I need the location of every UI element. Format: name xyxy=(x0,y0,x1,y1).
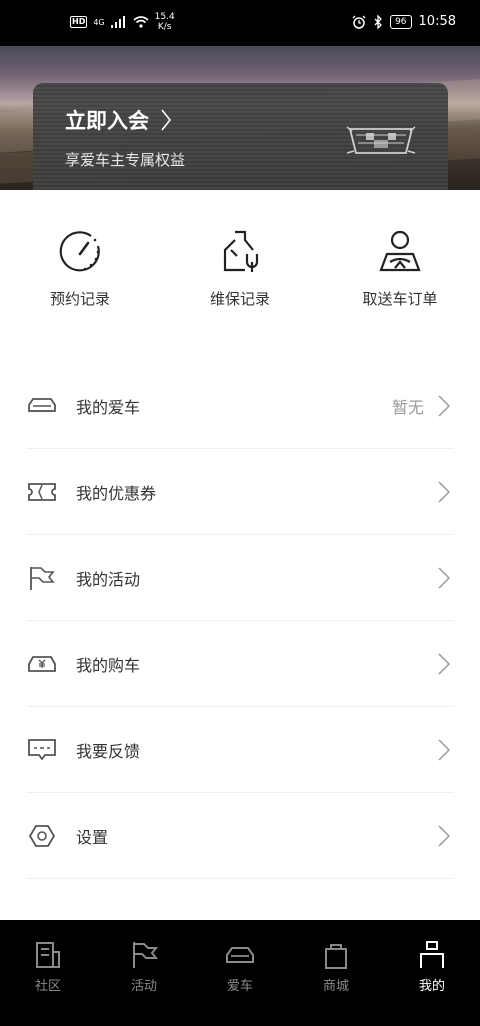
menu-item-purchases[interactable]: 我的购车 xyxy=(27,621,454,707)
shopping-bag-icon xyxy=(325,944,347,969)
chevron-right-icon xyxy=(438,394,450,417)
tab-label: 商城 xyxy=(322,979,349,994)
menu-item-coupons[interactable]: 我的优惠券 xyxy=(27,449,454,535)
hero-banner: 立即入会 享爱车主专属权益 xyxy=(0,46,480,190)
member-title: 立即入会 xyxy=(65,109,149,133)
quick-item-label: 维保记录 xyxy=(209,290,270,308)
menu-label: 我的爱车 xyxy=(76,397,141,417)
car-icon xyxy=(226,947,254,963)
tab-label: 我的 xyxy=(418,979,445,994)
wrench-bottle-icon xyxy=(223,230,259,272)
tab-community[interactable]: 社区 xyxy=(0,920,96,1026)
settings-icon xyxy=(28,824,56,847)
tab-label: 爱车 xyxy=(226,979,253,994)
hd-badge: HD xyxy=(70,16,88,28)
net-speed-unit: K/s xyxy=(157,22,172,32)
quick-item-maintenance[interactable]: 维保记录 xyxy=(160,228,320,309)
status-left: HD 4G 15.4 K/s xyxy=(70,12,175,32)
wifi-icon xyxy=(133,16,149,28)
net-speed-value: 15.4 xyxy=(154,12,175,22)
member-card[interactable]: 立即入会 享爱车主专属权益 xyxy=(33,83,448,190)
chevron-right-icon xyxy=(438,566,450,589)
chevron-right-icon xyxy=(438,480,450,503)
bluetooth-icon xyxy=(374,14,382,29)
car-icon xyxy=(28,397,56,412)
status-right: 96 10:58 xyxy=(352,14,456,29)
member-join[interactable]: 立即入会 xyxy=(65,105,171,135)
chevron-right-icon xyxy=(438,738,450,761)
tab-label: 社区 xyxy=(34,979,61,994)
tab-mall[interactable]: 商城 xyxy=(288,920,384,1026)
status-bar: HD 4G 15.4 K/s 96 10:58 xyxy=(0,0,480,46)
quick-item-pickup[interactable]: 取送车订单 xyxy=(320,228,480,309)
menu-value: 暂无 xyxy=(391,397,424,417)
quick-item-label: 预约记录 xyxy=(49,290,110,308)
network-type: 4G xyxy=(93,17,105,27)
coupon-icon xyxy=(28,482,56,501)
menu-item-feedback[interactable]: 我要反馈 xyxy=(27,707,454,793)
menu-list: 我的爱车 暂无 我的优惠券 我的活动 我的购车 我要反馈 设置 xyxy=(27,363,454,879)
bottom-tab-bar: 社区 活动 爱车 商城 我的 xyxy=(0,920,480,1026)
menu-label: 我要反馈 xyxy=(76,741,141,761)
menu-item-activities[interactable]: 我的活动 xyxy=(27,535,454,621)
tab-label: 活动 xyxy=(130,979,157,994)
battery-icon: 96 xyxy=(390,14,412,29)
flag-icon xyxy=(133,942,159,968)
quick-item-label: 取送车订单 xyxy=(362,290,438,308)
menu-label: 设置 xyxy=(76,827,109,847)
feedback-icon xyxy=(28,738,56,760)
menu-item-settings[interactable]: 设置 xyxy=(27,793,454,879)
tab-my-car[interactable]: 爱车 xyxy=(192,920,288,1026)
flag-icon xyxy=(30,566,55,590)
community-icon xyxy=(36,942,60,968)
menu-label: 我的活动 xyxy=(76,569,141,589)
signal-icon xyxy=(110,16,125,28)
quick-item-appointment[interactable]: 预约记录 xyxy=(0,228,160,309)
speedometer-icon xyxy=(59,231,100,272)
profile-icon xyxy=(420,941,444,968)
clock: 10:58 xyxy=(418,14,456,29)
quick-actions: 预约记录 维保记录 取送车订单 xyxy=(0,228,480,309)
net-speed: 15.4 K/s xyxy=(155,12,175,32)
chevron-right-icon xyxy=(438,652,450,675)
chevron-right-icon xyxy=(161,109,171,131)
menu-item-my-car[interactable]: 我的爱车 暂无 xyxy=(27,363,454,449)
tab-activities[interactable]: 活动 xyxy=(96,920,192,1026)
brand-emblem-icon xyxy=(346,126,416,154)
tab-profile[interactable]: 我的 xyxy=(384,920,480,1026)
menu-label: 我的优惠券 xyxy=(76,483,157,503)
alarm-icon xyxy=(352,15,366,29)
chevron-right-icon xyxy=(438,824,450,847)
member-subtitle: 享爱车主专属权益 xyxy=(65,151,186,169)
car-purchase-icon xyxy=(28,655,56,672)
driver-icon xyxy=(379,230,421,272)
menu-label: 我的购车 xyxy=(76,655,141,675)
